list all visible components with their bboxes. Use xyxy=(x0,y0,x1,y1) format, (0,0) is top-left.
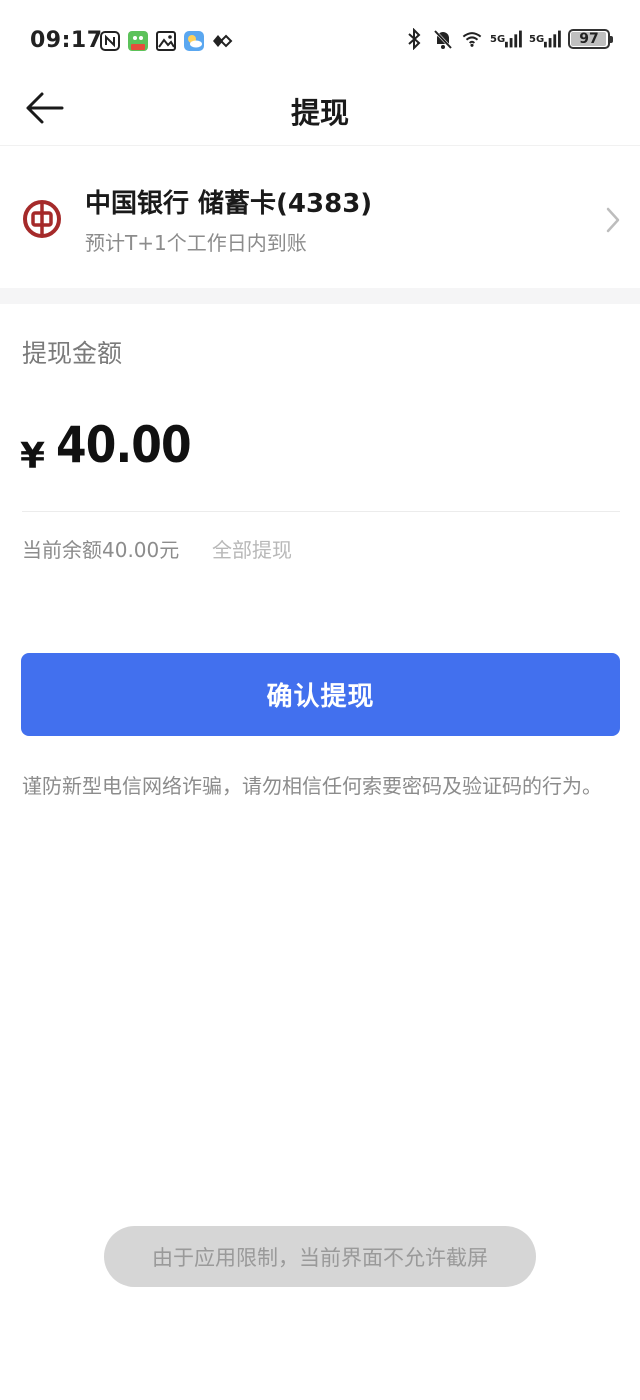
gallery-icon xyxy=(155,30,177,52)
withdraw-all-link[interactable]: 全部提现 xyxy=(212,534,292,563)
currency-symbol: ¥ xyxy=(20,436,46,477)
battery-level: 97 xyxy=(579,31,599,47)
bank-name: 中国银行 储蓄卡(4383) xyxy=(85,189,373,219)
battery-icon: 97 xyxy=(568,29,613,49)
status-right-icons: 5G 5G 97 xyxy=(403,28,613,50)
page-title: 提现 xyxy=(290,96,349,130)
diamond-icon xyxy=(211,30,233,52)
bank-card-selector[interactable]: 中国银行 储蓄卡(4383) 预计T+1个工作日内到账 xyxy=(0,147,640,288)
fraud-warning: 谨防新型电信网络诈骗，请勿相信任何索要密码及验证码的行为。 xyxy=(22,774,602,798)
weather-icon xyxy=(183,30,205,52)
screenshot-restriction-toast: 由于应用限制，当前界面不允许截屏 xyxy=(104,1226,536,1287)
confirm-withdraw-button[interactable]: 确认提现 xyxy=(21,653,620,736)
app-notification-icon xyxy=(127,30,149,52)
mute-icon xyxy=(432,28,454,50)
amount-underline xyxy=(22,511,620,512)
bank-of-china-logo xyxy=(22,199,62,239)
section-divider xyxy=(0,288,640,304)
arrival-time: 预计T+1个工作日内到账 xyxy=(85,231,307,255)
current-balance: 当前余额40.00元 xyxy=(22,538,180,562)
signal-icon: 5G xyxy=(490,28,522,50)
signal-icon: 5G xyxy=(529,28,561,50)
signal-label: 5G xyxy=(490,33,506,45)
amount-input[interactable]: 40.00 xyxy=(56,416,192,474)
status-left-icons xyxy=(99,30,233,52)
nav-bar: 提现 xyxy=(0,70,640,146)
nfc-icon xyxy=(99,30,121,52)
wifi-icon xyxy=(461,28,483,50)
chevron-right-icon xyxy=(606,207,620,233)
status-time: 09:17 xyxy=(30,28,103,53)
withdraw-screen: 09:17 5G 5G 97 提现 中国银行 储蓄卡(4383) 预计T+1个工… xyxy=(0,0,640,1400)
amount-label: 提现金额 xyxy=(22,339,123,368)
bluetooth-icon xyxy=(403,28,425,50)
signal-label: 5G xyxy=(529,33,545,45)
